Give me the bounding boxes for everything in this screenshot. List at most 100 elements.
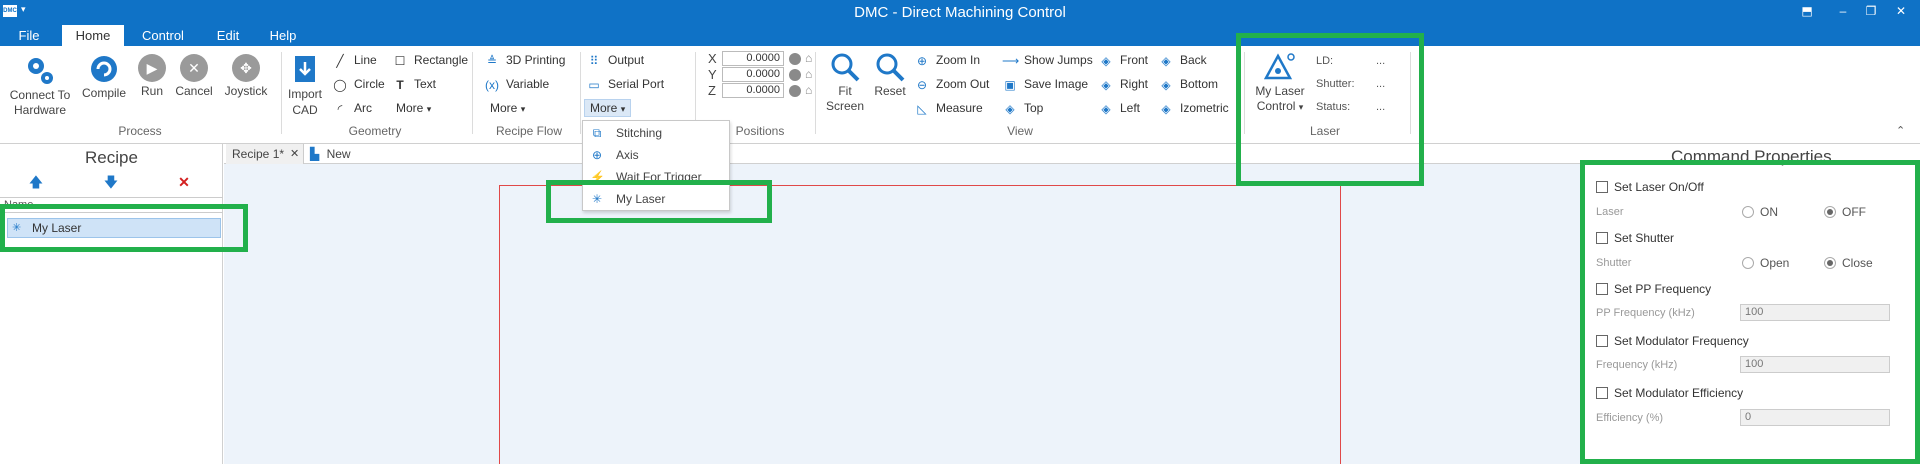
import-cad-button[interactable]: Import CAD [284, 54, 326, 118]
reset-button[interactable]: Reset [872, 52, 908, 99]
fit-screen-button[interactable]: Fit Screen [820, 52, 870, 114]
variable-button[interactable]: (x) Variable [484, 75, 549, 93]
back-view-label: Back [1180, 53, 1207, 67]
position-y-field[interactable]: 0.0000 [722, 67, 784, 82]
status-dot-icon [789, 69, 801, 81]
output-label: Output [608, 53, 645, 67]
maximize-icon[interactable]: ❐ [1864, 4, 1878, 18]
rectangle-button[interactable]: ☐ Rectangle [392, 51, 468, 69]
left-view-button[interactable]: ◈ Left [1098, 99, 1140, 117]
tab-recipe-1-label: Recipe 1* [232, 147, 285, 161]
text-button[interactable]: T Text [392, 75, 436, 93]
serial-port-icon: ▭ [588, 77, 600, 92]
measure-label: Measure [936, 101, 983, 115]
home-icon[interactable]: ⌂ [805, 51, 812, 65]
right-view-button[interactable]: ◈ Right [1098, 75, 1148, 93]
position-axis-label: Y [708, 67, 717, 82]
tab-help[interactable]: Help [260, 25, 306, 46]
serial-port-button[interactable]: ▭ Serial Port [586, 75, 664, 93]
arrow-right-icon: ⟶ [1002, 53, 1020, 68]
tab-control[interactable]: Control [130, 25, 196, 46]
close-icon[interactable]: ✕ [290, 144, 299, 164]
3d-printing-icon: ≜ [486, 53, 498, 68]
restore-ribbon-icon[interactable]: ⬒ [1800, 4, 1814, 18]
circle-label: Circle [354, 77, 385, 91]
cancel-button[interactable]: ✕ Cancel [174, 54, 214, 99]
compile-label: Compile [81, 86, 126, 100]
collapse-ribbon-icon[interactable]: ⌃ [1896, 122, 1905, 140]
minimize-icon[interactable]: – [1836, 4, 1850, 18]
tab-recipe-1[interactable]: Recipe 1* ✕ [226, 144, 304, 164]
cube-icon: ◈ [1005, 101, 1015, 116]
geometry-more-button[interactable]: More ▾ [396, 99, 431, 117]
save-image-button[interactable]: ▣ Save Image [1002, 75, 1088, 93]
tab-new[interactable]: ▙ New [306, 144, 366, 164]
cube-icon: ◈ [1101, 101, 1111, 116]
cube-icon: ◈ [1101, 53, 1111, 68]
menu-item-axis[interactable]: ⊕ Axis [583, 145, 729, 165]
import-icon [295, 56, 315, 82]
measure-button[interactable]: ◺ Measure [914, 99, 983, 117]
3d-printing-button[interactable]: ≜ 3D Printing [484, 51, 565, 69]
back-view-button[interactable]: ◈ Back [1158, 51, 1207, 69]
work-area-boundary [499, 185, 1341, 464]
group-label-process: Process [118, 124, 162, 138]
group-separator [281, 52, 282, 134]
move-up-icon[interactable]: 🡅 [28, 174, 44, 190]
menu-item-stitching[interactable]: ⧉ Stitching [583, 123, 729, 143]
group-separator [815, 52, 816, 134]
position-z-field[interactable]: 0.0000 [722, 83, 784, 98]
group-separator [580, 52, 581, 134]
zoom-in-button[interactable]: ⊕ Zoom In [914, 51, 980, 69]
show-jumps-button[interactable]: ⟶ Show Jumps [1002, 51, 1093, 69]
title-bar: DMC ▾ DMC - Direct Machining Control ⬒ –… [0, 0, 1920, 25]
izometric-view-button[interactable]: ◈ Izometric [1158, 99, 1229, 117]
arc-button[interactable]: ◜ Arc [332, 99, 372, 117]
tab-file[interactable]: File [8, 25, 50, 46]
run-button[interactable]: ▶ Run [136, 54, 168, 99]
top-view-button[interactable]: ◈ Top [1002, 99, 1043, 117]
zoom-out-button[interactable]: ⊖ Zoom Out [914, 75, 989, 93]
fit-screen-label: Fit Screen [825, 84, 865, 113]
axis-icon: ⊕ [591, 148, 603, 162]
tab-home[interactable]: Home [62, 25, 124, 46]
home-icon[interactable]: ⌂ [805, 67, 812, 81]
play-icon: ▶ [138, 54, 166, 82]
circle-button[interactable]: ◯ Circle [332, 75, 385, 93]
delete-icon[interactable]: ✕ [176, 174, 192, 190]
move-down-icon[interactable]: 🡇 [103, 174, 119, 190]
bottom-view-button[interactable]: ◈ Bottom [1158, 75, 1218, 93]
status-dot-icon [789, 85, 801, 97]
group-label-view: View [1007, 124, 1033, 138]
position-x-field[interactable]: 0.0000 [722, 51, 784, 66]
recipe-panel: Recipe 🡅 🡇 ✕ Name ✳ My Laser [0, 144, 223, 464]
menu-tabs: File Home Control Edit Help [0, 25, 1920, 46]
io-more-label: More [590, 101, 618, 115]
cancel-icon: ✕ [180, 54, 208, 82]
izometric-view-label: Izometric [1180, 101, 1229, 115]
stitching-icon: ⧉ [592, 126, 602, 140]
compile-button[interactable]: Compile [80, 54, 128, 101]
geometry-more-label: More [396, 101, 424, 115]
line-button[interactable]: ╱ Line [332, 51, 377, 69]
io-more-button[interactable]: More ▾ [584, 99, 632, 117]
circle-icon: ◯ [333, 77, 347, 92]
close-icon[interactable]: ✕ [1894, 4, 1908, 18]
connect-to-hardware-button[interactable]: Connect To Hardware [4, 54, 76, 118]
left-view-label: Left [1120, 101, 1141, 115]
tab-edit[interactable]: Edit [206, 25, 250, 46]
recipe-flow-more-button[interactable]: More ▾ [490, 99, 525, 117]
rectangle-icon: ☐ [394, 53, 406, 68]
joystick-button[interactable]: ✥ Joystick [220, 54, 272, 99]
arc-label: Arc [354, 101, 372, 115]
drawing-canvas[interactable] [224, 164, 1580, 464]
output-button[interactable]: ⠿ Output [586, 51, 644, 69]
ribbon: Connect To Hardware Compile ▶ Run ✕ Canc… [0, 46, 1920, 144]
home-icon[interactable]: ⌂ [805, 83, 812, 97]
front-view-button[interactable]: ◈ Front [1098, 51, 1148, 69]
zoom-out-icon: ⊖ [916, 77, 928, 92]
line-label: Line [354, 53, 377, 67]
bottom-view-label: Bottom [1180, 77, 1219, 91]
cube-icon: ◈ [1161, 77, 1171, 92]
recipe-flow-more-label: More [490, 101, 518, 115]
